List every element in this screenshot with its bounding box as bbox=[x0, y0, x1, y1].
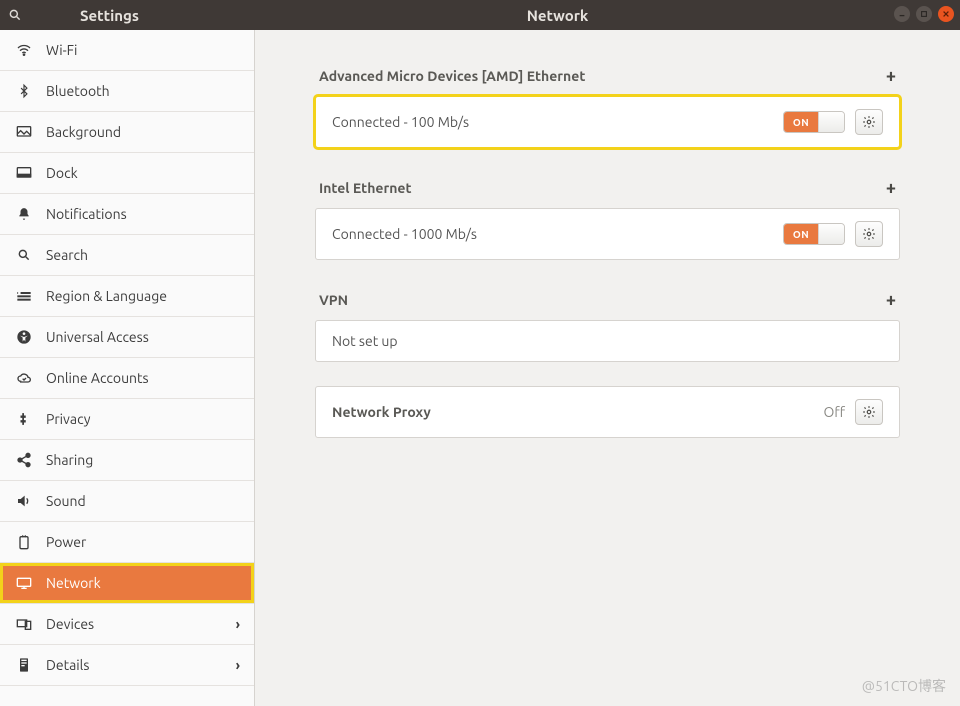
connection-status: Connected - 100 Mb/s bbox=[332, 114, 469, 130]
bell-icon bbox=[14, 206, 34, 222]
sidebar-item-notifications[interactable]: Notifications bbox=[0, 194, 254, 235]
sidebar-item-devices[interactable]: Devices › bbox=[0, 604, 254, 645]
dock-icon bbox=[14, 166, 34, 180]
sidebar-item-label: Search bbox=[46, 247, 88, 263]
connection-row-amd[interactable]: Connected - 100 Mb/s ON bbox=[315, 96, 900, 148]
connection-toggle[interactable]: ON bbox=[783, 111, 845, 133]
connection-settings-button[interactable] bbox=[855, 109, 883, 135]
add-connection-button[interactable]: + bbox=[886, 178, 896, 198]
watermark: @51CTO博客 bbox=[862, 676, 946, 696]
sidebar-item-universal-access[interactable]: Universal Access bbox=[0, 317, 254, 358]
sidebar-item-background[interactable]: Background bbox=[0, 112, 254, 153]
window-controls bbox=[894, 6, 954, 22]
toggle-knob bbox=[818, 112, 844, 132]
section-header: Intel Ethernet + bbox=[315, 172, 900, 208]
row-controls: ON bbox=[783, 109, 883, 135]
network-panel: Advanced Micro Devices [AMD] Ethernet + … bbox=[255, 30, 960, 706]
sidebar-item-bluetooth[interactable]: Bluetooth bbox=[0, 71, 254, 112]
bluetooth-icon bbox=[14, 83, 34, 99]
add-connection-button[interactable]: + bbox=[886, 66, 896, 86]
sidebar-item-sharing[interactable]: Sharing bbox=[0, 440, 254, 481]
vpn-status: Not set up bbox=[332, 333, 398, 349]
maximize-button[interactable] bbox=[916, 6, 932, 22]
details-icon bbox=[14, 657, 34, 673]
sidebar-item-search[interactable]: Search bbox=[0, 235, 254, 276]
chevron-right-icon: › bbox=[236, 657, 240, 673]
region-icon bbox=[14, 289, 34, 303]
sidebar-item-label: Details bbox=[46, 657, 89, 673]
header-search-button[interactable] bbox=[0, 0, 30, 30]
sidebar-item-label: Background bbox=[46, 124, 121, 140]
sidebar-item-label: Sound bbox=[46, 493, 86, 509]
gear-icon bbox=[862, 115, 876, 129]
wifi-icon bbox=[14, 42, 34, 58]
search-icon bbox=[8, 8, 22, 22]
ethernet-section-amd: Advanced Micro Devices [AMD] Ethernet + … bbox=[315, 60, 900, 148]
sidebar-item-region[interactable]: Region & Language bbox=[0, 276, 254, 317]
header-page-title: Network bbox=[255, 7, 960, 24]
toggle-on-label: ON bbox=[784, 224, 818, 244]
vpn-section: VPN + Not set up bbox=[315, 284, 900, 362]
sidebar-item-wifi[interactable]: Wi-Fi bbox=[0, 30, 254, 71]
proxy-settings-button[interactable] bbox=[855, 399, 883, 425]
proxy-state: Off bbox=[823, 404, 845, 420]
section-header: VPN + bbox=[315, 284, 900, 320]
sound-icon bbox=[14, 494, 34, 508]
sidebar-item-label: Region & Language bbox=[46, 288, 167, 304]
universal-access-icon bbox=[14, 329, 34, 345]
sidebar-item-label: Wi-Fi bbox=[46, 42, 77, 58]
sidebar-item-dock[interactable]: Dock bbox=[0, 153, 254, 194]
sidebar-item-privacy[interactable]: Privacy bbox=[0, 399, 254, 440]
section-header: Advanced Micro Devices [AMD] Ethernet + bbox=[315, 60, 900, 96]
connection-status: Connected - 1000 Mb/s bbox=[332, 226, 477, 242]
sidebar-item-details[interactable]: Details › bbox=[0, 645, 254, 686]
privacy-icon bbox=[14, 411, 34, 427]
toggle-knob bbox=[818, 224, 844, 244]
section-title: VPN bbox=[319, 292, 348, 308]
titlebar: Settings Network bbox=[0, 0, 960, 30]
settings-sidebar: Wi-Fi Bluetooth Background Dock Notifica bbox=[0, 30, 255, 706]
sidebar-item-label: Devices bbox=[46, 616, 94, 632]
sidebar-item-label: Privacy bbox=[46, 411, 90, 427]
gear-icon bbox=[862, 227, 876, 241]
sidebar-item-label: Universal Access bbox=[46, 329, 149, 345]
minimize-button[interactable] bbox=[894, 6, 910, 22]
sidebar-item-label: Bluetooth bbox=[46, 83, 110, 99]
gear-icon bbox=[862, 405, 876, 419]
sidebar-item-label: Online Accounts bbox=[46, 370, 149, 386]
connection-toggle[interactable]: ON bbox=[783, 223, 845, 245]
background-icon bbox=[14, 125, 34, 139]
section-title: Intel Ethernet bbox=[319, 180, 412, 196]
proxy-label: Network Proxy bbox=[332, 404, 431, 420]
close-button[interactable] bbox=[938, 6, 954, 22]
row-controls: ON bbox=[783, 221, 883, 247]
section-title: Advanced Micro Devices [AMD] Ethernet bbox=[319, 68, 585, 84]
sidebar-item-label: Dock bbox=[46, 165, 78, 181]
sidebar-item-label: Network bbox=[46, 575, 101, 591]
connection-settings-button[interactable] bbox=[855, 221, 883, 247]
sidebar-item-online-accounts[interactable]: Online Accounts bbox=[0, 358, 254, 399]
network-proxy-row[interactable]: Network Proxy Off bbox=[315, 386, 900, 438]
sidebar-item-network[interactable]: Network bbox=[0, 563, 254, 604]
proxy-section: Network Proxy Off bbox=[315, 386, 900, 438]
add-vpn-button[interactable]: + bbox=[886, 290, 896, 310]
network-icon bbox=[14, 576, 34, 590]
connection-row-intel[interactable]: Connected - 1000 Mb/s ON bbox=[315, 208, 900, 260]
header-app-title: Settings bbox=[30, 7, 255, 24]
sidebar-item-label: Power bbox=[46, 534, 86, 550]
devices-icon bbox=[14, 617, 34, 631]
search-icon bbox=[14, 248, 34, 262]
sharing-icon bbox=[14, 452, 34, 468]
chevron-right-icon: › bbox=[236, 616, 240, 632]
sidebar-item-sound[interactable]: Sound bbox=[0, 481, 254, 522]
power-icon bbox=[14, 534, 34, 550]
toggle-on-label: ON bbox=[784, 112, 818, 132]
sidebar-item-label: Notifications bbox=[46, 206, 127, 222]
layout: Wi-Fi Bluetooth Background Dock Notifica bbox=[0, 30, 960, 706]
sidebar-item-power[interactable]: Power bbox=[0, 522, 254, 563]
cloud-icon bbox=[14, 371, 34, 385]
sidebar-item-label: Sharing bbox=[46, 452, 93, 468]
ethernet-section-intel: Intel Ethernet + Connected - 1000 Mb/s O… bbox=[315, 172, 900, 260]
vpn-row[interactable]: Not set up bbox=[315, 320, 900, 362]
